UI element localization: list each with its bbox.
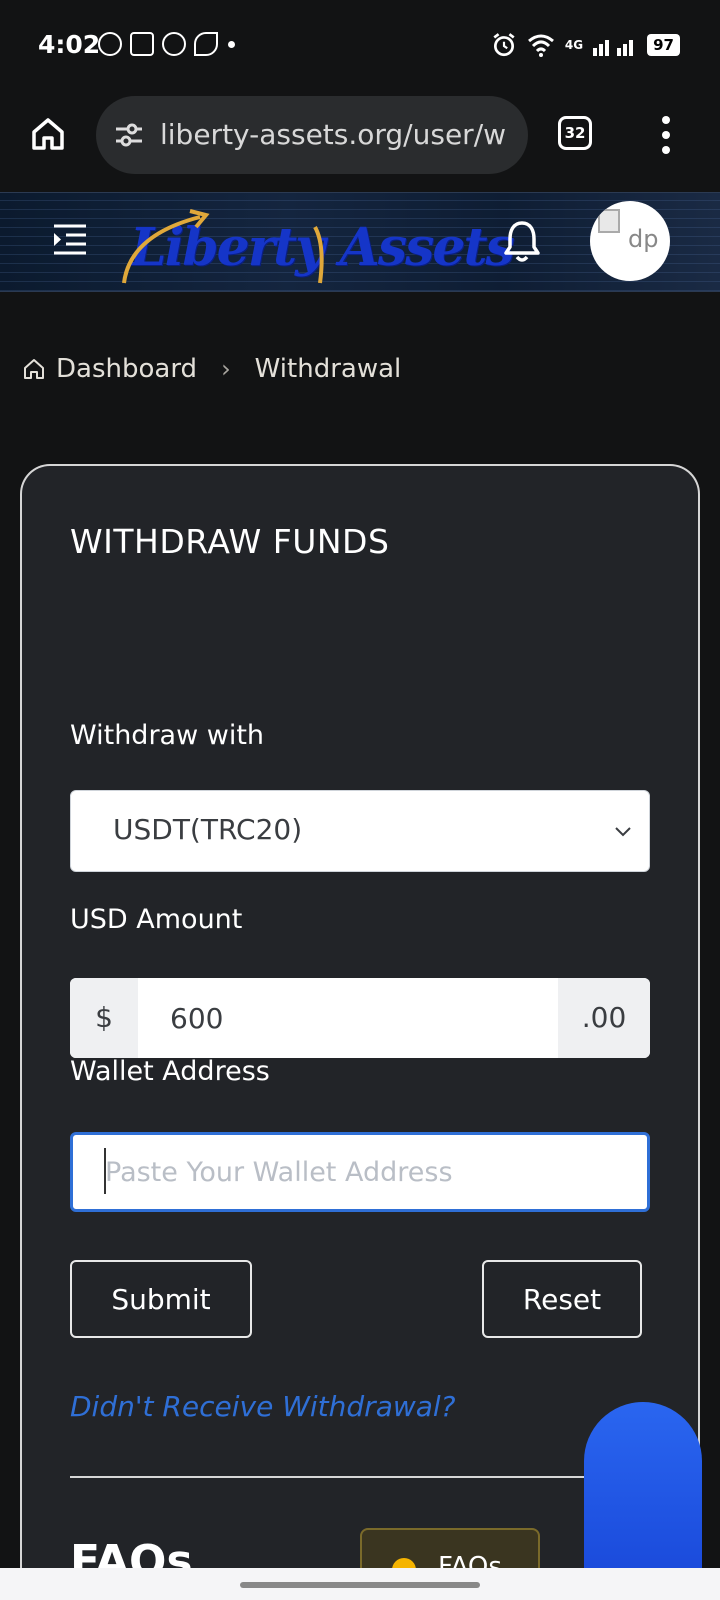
address-bar[interactable]: liberty-assets.org/user/w (96, 96, 528, 174)
usd-amount-label: USD Amount (70, 904, 243, 935)
notifications-bell-icon[interactable] (502, 219, 542, 263)
breadcrumb-dashboard-link[interactable]: Dashboard (56, 354, 197, 384)
signal-icon (593, 40, 634, 56)
site-settings-icon[interactable] (114, 120, 144, 150)
user-avatar[interactable]: dp (590, 201, 670, 281)
status-bar: 4:02 4G 97 (0, 0, 720, 92)
amount-input[interactable] (138, 978, 558, 1058)
wallet-address-label: Wallet Address (70, 1056, 270, 1087)
gesture-handle[interactable] (240, 1582, 480, 1588)
url-text: liberty-assets.org/user/w (160, 118, 507, 151)
submit-button[interactable]: Submit (70, 1260, 252, 1338)
wallet-address-input[interactable] (70, 1132, 650, 1212)
broken-image-icon (598, 209, 620, 233)
system-icons: 4G 97 (491, 32, 680, 58)
browser-menu-icon[interactable] (660, 116, 672, 154)
withdraw-method-select[interactable]: USDT(TRC20) (70, 790, 650, 872)
brand-logo[interactable]: Liberty Assets (120, 205, 515, 285)
currency-symbol: $ (70, 978, 138, 1058)
amount-decimal-suffix: .00 (558, 978, 650, 1058)
divider (70, 1476, 590, 1478)
system-navigation-bar (0, 1568, 720, 1600)
withdraw-method-value: USDT(TRC20) (113, 813, 303, 846)
reset-button[interactable]: Reset (482, 1260, 642, 1338)
music-icon (130, 32, 154, 56)
more-notifications-icon (228, 40, 235, 48)
network-type: 4G (564, 38, 584, 52)
logo-swoosh-icon (122, 209, 324, 284)
wifi-icon (527, 34, 554, 57)
didnt-receive-withdrawal-link[interactable]: Didn't Receive Withdrawal? (70, 1390, 456, 1423)
sidebar-toggle-icon[interactable] (52, 223, 88, 257)
browser-home-icon[interactable] (28, 114, 68, 154)
amount-input-group: $ .00 (70, 978, 650, 1058)
status-time: 4:02 (38, 30, 101, 59)
avatar-alt-text: dp (628, 225, 659, 253)
breadcrumb-separator: › (221, 355, 231, 383)
battery-indicator: 97 (647, 34, 680, 56)
chevron-down-icon (615, 827, 631, 837)
text-cursor (104, 1148, 106, 1194)
video-icon (162, 32, 186, 56)
notification-icons (98, 32, 235, 56)
alarm-icon (493, 33, 515, 57)
home-icon (24, 359, 44, 379)
withdraw-with-label: Withdraw with (70, 720, 265, 751)
page-title: WITHDRAW FUNDS (70, 522, 390, 561)
browser-toolbar: liberty-assets.org/user/w 32 (0, 92, 720, 192)
leaf-icon (194, 32, 218, 56)
tab-switcher-button[interactable]: 32 (558, 116, 592, 150)
app-header: Liberty Assets dp (0, 192, 720, 292)
breadcrumb: Dashboard › Withdrawal (22, 354, 401, 384)
breadcrumb-current: Withdrawal (254, 354, 402, 384)
whatsapp-icon (98, 32, 122, 56)
